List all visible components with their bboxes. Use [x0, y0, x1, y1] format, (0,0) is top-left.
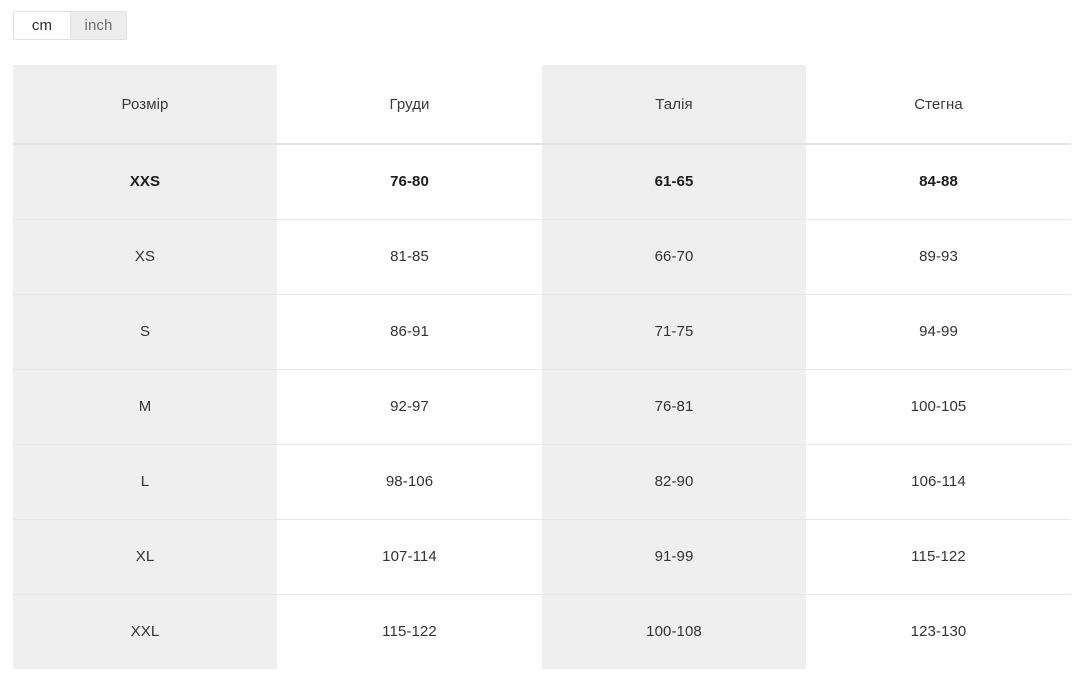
column-header-hips: Стегна: [806, 65, 1071, 145]
cell-size: XS: [13, 219, 277, 295]
table-row[interactable]: M 92-97 76-81 100-105: [13, 369, 1071, 445]
cell-waist: 91-99: [542, 519, 806, 595]
column-header-waist: Талія: [542, 65, 806, 145]
cell-chest: 92-97: [277, 369, 542, 445]
table-header-row: Розмір Груди Талія Стегна: [13, 65, 1071, 145]
size-chart-page: cm inch Розмір Груди Талія Стегна XXS 76…: [0, 0, 1085, 680]
cell-waist: 66-70: [542, 219, 806, 295]
table-row[interactable]: XL 107-114 91-99 115-122: [13, 519, 1071, 595]
table-header: Розмір Груди Талія Стегна: [13, 65, 1071, 145]
cell-hips: 106-114: [806, 444, 1071, 520]
cell-hips: 89-93: [806, 219, 1071, 295]
table-row[interactable]: S 86-91 71-75 94-99: [13, 294, 1071, 370]
unit-toggle-group[interactable]: cm inch: [13, 11, 127, 40]
cell-chest: 115-122: [277, 594, 542, 669]
unit-toggle-inch[interactable]: inch: [70, 11, 127, 40]
cell-size: XXS: [13, 144, 277, 220]
table-row[interactable]: L 98-106 82-90 106-114: [13, 444, 1071, 520]
cell-size: XXL: [13, 594, 277, 669]
cell-size: M: [13, 369, 277, 445]
table-body: XXS 76-80 61-65 84-88 XS 81-85 66-70 89-…: [13, 144, 1071, 669]
cell-waist: 61-65: [542, 144, 806, 220]
unit-toggle-cm[interactable]: cm: [13, 11, 70, 40]
cell-chest: 86-91: [277, 294, 542, 370]
cell-hips: 100-105: [806, 369, 1071, 445]
cell-hips: 115-122: [806, 519, 1071, 595]
cell-size: S: [13, 294, 277, 370]
cell-waist: 76-81: [542, 369, 806, 445]
cell-size: L: [13, 444, 277, 520]
cell-hips: 84-88: [806, 144, 1071, 220]
size-chart-table: Розмір Груди Талія Стегна XXS 76-80 61-6…: [13, 65, 1071, 669]
cell-hips: 123-130: [806, 594, 1071, 669]
cell-chest: 98-106: [277, 444, 542, 520]
cell-waist: 71-75: [542, 294, 806, 370]
cell-chest: 81-85: [277, 219, 542, 295]
cell-hips: 94-99: [806, 294, 1071, 370]
cell-size: XL: [13, 519, 277, 595]
cell-chest: 76-80: [277, 144, 542, 220]
column-header-size: Розмір: [13, 65, 277, 145]
size-table-container: Розмір Груди Талія Стегна XXS 76-80 61-6…: [13, 65, 1071, 669]
cell-waist: 82-90: [542, 444, 806, 520]
table-row[interactable]: XXL 115-122 100-108 123-130: [13, 594, 1071, 669]
table-row[interactable]: XS 81-85 66-70 89-93: [13, 219, 1071, 295]
table-row[interactable]: XXS 76-80 61-65 84-88: [13, 144, 1071, 220]
cell-chest: 107-114: [277, 519, 542, 595]
column-header-chest: Груди: [277, 65, 542, 145]
cell-waist: 100-108: [542, 594, 806, 669]
